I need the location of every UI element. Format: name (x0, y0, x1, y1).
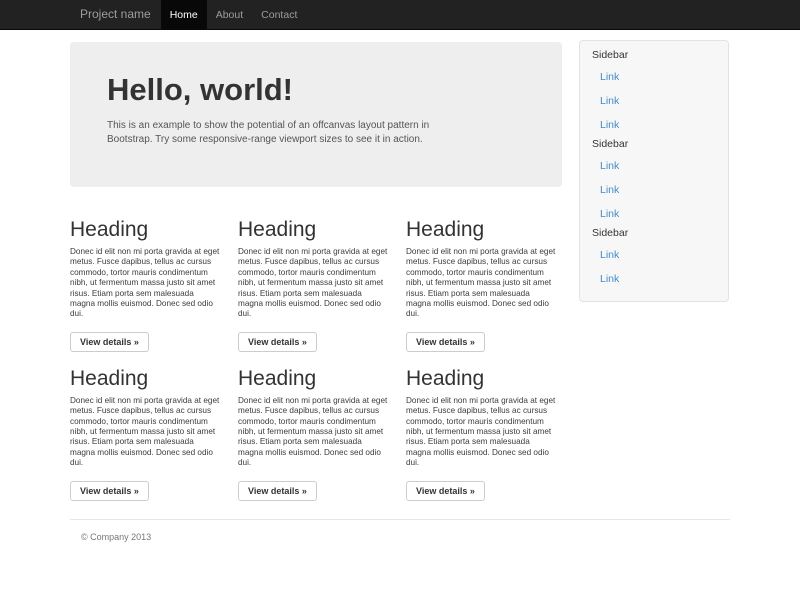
card-text: Donec id elit non mi porta gravida at eg… (70, 247, 228, 320)
sidebar-link-list: Link Link (580, 242, 728, 290)
nav-item-home[interactable]: Home (161, 0, 207, 30)
sidebar-group-title: Sidebar (580, 227, 728, 240)
list-item: Link (580, 242, 728, 266)
sidebar-link[interactable]: Link (600, 208, 619, 220)
card-text: Donec id elit non mi porta gravida at eg… (70, 396, 228, 469)
card: Heading Donec id elit non mi porta gravi… (406, 352, 564, 501)
card: Heading Donec id elit non mi porta gravi… (406, 187, 564, 352)
card: Heading Donec id elit non mi porta gravi… (238, 187, 396, 352)
jumbotron: Hello, world! This is an example to show… (70, 42, 562, 187)
card-heading: Heading (406, 218, 564, 241)
sidebar-link[interactable]: Link (600, 71, 619, 83)
card-text: Donec id elit non mi porta gravida at eg… (406, 396, 564, 469)
cards-row-1: Heading Donec id elit non mi porta gravi… (70, 187, 564, 352)
brand-link[interactable]: Project name (70, 0, 161, 30)
sidebar-group-title: Sidebar (580, 49, 728, 62)
content-row: Hello, world! This is an example to show… (70, 42, 730, 501)
view-details-button[interactable]: View details » (406, 481, 485, 501)
sidebar-link[interactable]: Link (600, 119, 619, 131)
sidebar-link[interactable]: Link (600, 95, 619, 107)
card-heading: Heading (238, 367, 396, 390)
card-heading: Heading (70, 218, 228, 241)
page-container: Hello, world! This is an example to show… (70, 42, 730, 542)
sidebar-link[interactable]: Link (600, 249, 619, 261)
view-details-button[interactable]: View details » (70, 332, 149, 352)
card-heading: Heading (70, 367, 228, 390)
card: Heading Donec id elit non mi porta gravi… (238, 352, 396, 501)
nav-menu: Home About Contact (161, 0, 307, 30)
card: Heading Donec id elit non mi porta gravi… (70, 187, 228, 352)
list-item: Link (580, 153, 728, 177)
jumbotron-title: Hello, world! (107, 73, 532, 107)
list-item: Link (580, 64, 728, 88)
card-heading: Heading (238, 218, 396, 241)
sidebar-link-list: Link Link Link (580, 64, 728, 136)
view-details-button[interactable]: View details » (238, 481, 317, 501)
list-item: Link (580, 177, 728, 201)
view-details-button[interactable]: View details » (238, 332, 317, 352)
footer: © Company 2013 (70, 532, 730, 542)
sidebar-link[interactable]: Link (600, 184, 619, 196)
footer-divider (70, 519, 730, 520)
card-text: Donec id elit non mi porta gravida at eg… (238, 247, 396, 320)
sidebar-link[interactable]: Link (600, 160, 619, 172)
list-item: Link (580, 266, 728, 290)
sidebar: Sidebar Link Link Link Sidebar Link Link… (579, 40, 729, 302)
copyright-text: © Company 2013 (70, 532, 730, 542)
nav-item-contact[interactable]: Contact (252, 0, 306, 30)
nav-item-about[interactable]: About (207, 0, 252, 30)
sidebar-link-list: Link Link Link (580, 153, 728, 225)
view-details-button[interactable]: View details » (406, 332, 485, 352)
navbar: Project name Home About Contact (0, 0, 800, 30)
view-details-button[interactable]: View details » (70, 481, 149, 501)
list-item: Link (580, 112, 728, 136)
sidebar-group-title: Sidebar (580, 138, 728, 151)
card: Heading Donec id elit non mi porta gravi… (70, 352, 228, 501)
cards-row-2: Heading Donec id elit non mi porta gravi… (70, 352, 564, 501)
card-text: Donec id elit non mi porta gravida at eg… (406, 247, 564, 320)
list-item: Link (580, 201, 728, 225)
navbar-container: Project name Home About Contact (70, 0, 730, 30)
card-heading: Heading (406, 367, 564, 390)
sidebar-link[interactable]: Link (600, 273, 619, 285)
main-column: Hello, world! This is an example to show… (70, 42, 564, 501)
card-text: Donec id elit non mi porta gravida at eg… (238, 396, 396, 469)
jumbotron-text: This is an example to show the potential… (107, 119, 532, 147)
list-item: Link (580, 88, 728, 112)
